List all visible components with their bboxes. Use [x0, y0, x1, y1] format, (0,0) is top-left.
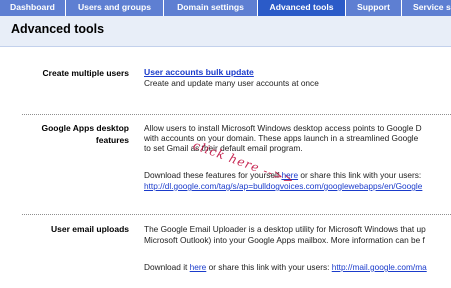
tab-support[interactable]: Support	[346, 0, 402, 16]
bulk-update-row: User accounts bulk update	[144, 67, 254, 77]
tab-users-and-groups[interactable]: Users and groups	[66, 0, 164, 16]
desktop-description-line: with accounts on your domain. These apps…	[144, 133, 419, 143]
section-label-email-uploads: User email uploads	[51, 224, 129, 234]
download-text: Download it	[144, 262, 188, 272]
section-divider	[22, 114, 451, 115]
label-line: features	[95, 135, 129, 145]
section-divider	[22, 214, 451, 215]
label-line: Google Apps desktop	[41, 123, 129, 133]
bulk-update-link[interactable]: User accounts bulk update	[144, 67, 254, 77]
tab-domain-settings[interactable]: Domain settings	[164, 0, 258, 16]
admin-console-page: Dashboard Users and groups Domain settin…	[0, 0, 451, 288]
tab-dashboard[interactable]: Dashboard	[0, 0, 66, 16]
uploads-share-url-link[interactable]: http://mail.google.com/ma	[332, 262, 427, 272]
uploads-download-here-link[interactable]: here	[190, 262, 207, 272]
uploads-description-line: The Google Email Uploader is a desktop u…	[144, 224, 426, 234]
section-label-desktop-features: Google Apps desktop features	[41, 122, 129, 146]
tab-service-settings[interactable]: Service s	[402, 0, 451, 16]
desktop-description-line: Allow users to install Microsoft Windows…	[144, 123, 422, 133]
section-label-multiple-users: Create multiple users	[42, 68, 129, 78]
tab-advanced-tools[interactable]: Advanced tools	[258, 0, 346, 16]
page-title: Advanced tools	[11, 22, 105, 36]
download-text: or share this link with your users:	[208, 262, 330, 272]
uploads-download-line: Download it here or share this link with…	[144, 262, 427, 272]
uploads-description-line: Microsoft Outlook) into your Google Apps…	[144, 235, 425, 245]
download-text: or share this link with your users:	[300, 170, 422, 180]
bulk-update-description: Create and update many user accounts at …	[144, 78, 319, 88]
top-nav-tabs: Dashboard Users and groups Domain settin…	[0, 0, 451, 16]
